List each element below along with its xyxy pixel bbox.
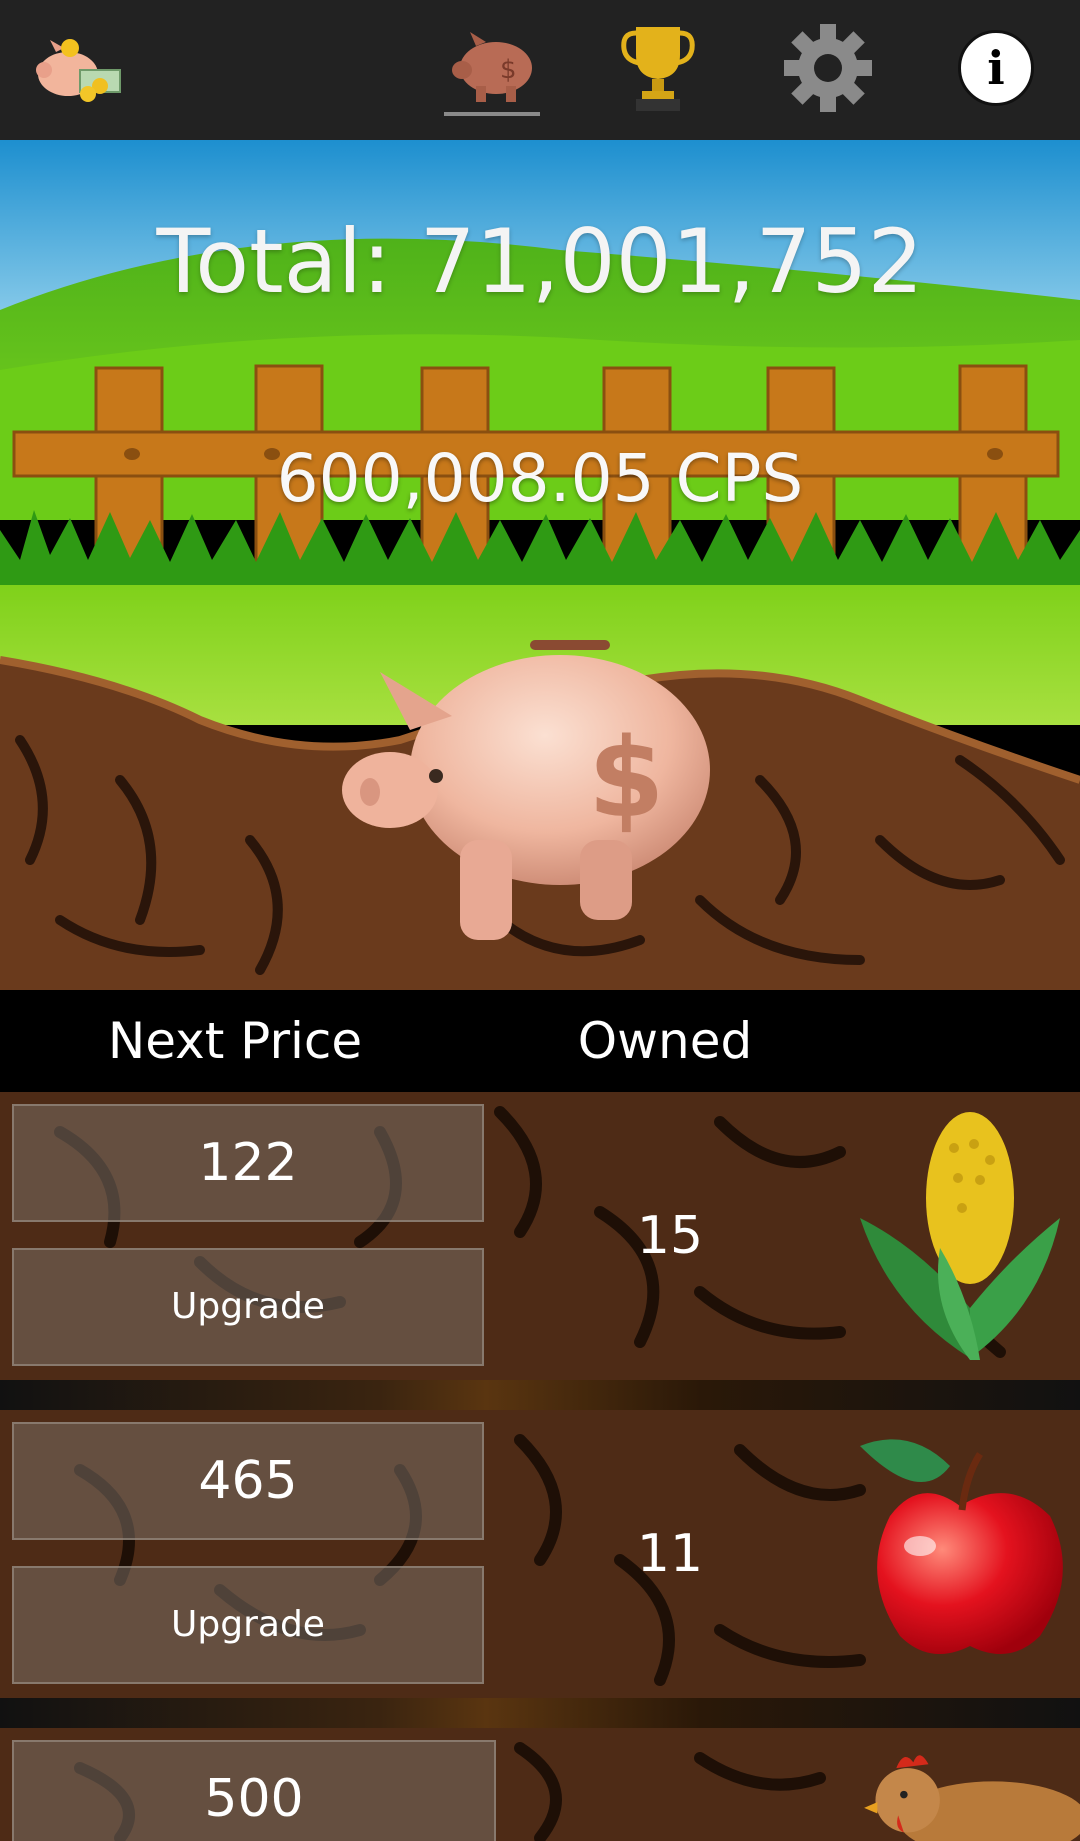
- list-item-apple: 465 Upgrade 11: [0, 1410, 1080, 1698]
- piggy-bank-icon: $: [452, 32, 532, 102]
- next-price-header: Next Price: [107, 1012, 363, 1070]
- active-tab-indicator: [444, 112, 540, 116]
- gear-icon: [784, 24, 872, 112]
- next-price-value: 122: [12, 1104, 484, 1222]
- row-separator: [0, 1380, 1080, 1410]
- total-score: Total: 71,001,752: [156, 210, 924, 313]
- next-price-value: 465: [12, 1422, 484, 1540]
- tab-piggy-bank[interactable]: $: [442, 18, 542, 118]
- next-price-value: 500: [12, 1740, 496, 1841]
- svg-text:$: $: [500, 55, 517, 85]
- chicken-icon[interactable]: [830, 1734, 1080, 1841]
- owned-header: Owned: [577, 1012, 753, 1070]
- corn-icon[interactable]: [850, 1108, 1070, 1368]
- info-button[interactable]: i: [958, 30, 1034, 106]
- upgrade-button[interactable]: Upgrade: [12, 1248, 484, 1366]
- upgrade-button[interactable]: Upgrade: [12, 1566, 484, 1684]
- piggy-bank-icon: $: [342, 640, 710, 940]
- svg-text:$: $: [588, 714, 665, 842]
- piggy-bank-click-target[interactable]: $: [340, 620, 740, 950]
- owned-count: 15: [636, 1206, 704, 1266]
- trophy-icon: [621, 27, 695, 111]
- top-bar: $ i: [0, 0, 1080, 140]
- list-item-chicken: 500: [0, 1728, 1080, 1841]
- list-item-corn: 122 Upgrade 15: [0, 1092, 1080, 1380]
- tab-settings[interactable]: [778, 18, 878, 118]
- upgrades-header: Next Price Owned: [0, 990, 1080, 1092]
- owned-count: 11: [636, 1524, 704, 1584]
- row-separator: [0, 1698, 1080, 1728]
- farm-scene: Total: 71,001,752 600,008.05 CPS $: [0, 140, 1080, 990]
- tab-achievements[interactable]: [608, 18, 708, 118]
- app-logo-icon: [30, 18, 130, 118]
- cps-rate: 600,008.05 CPS: [276, 440, 804, 517]
- apple-icon[interactable]: [850, 1426, 1070, 1686]
